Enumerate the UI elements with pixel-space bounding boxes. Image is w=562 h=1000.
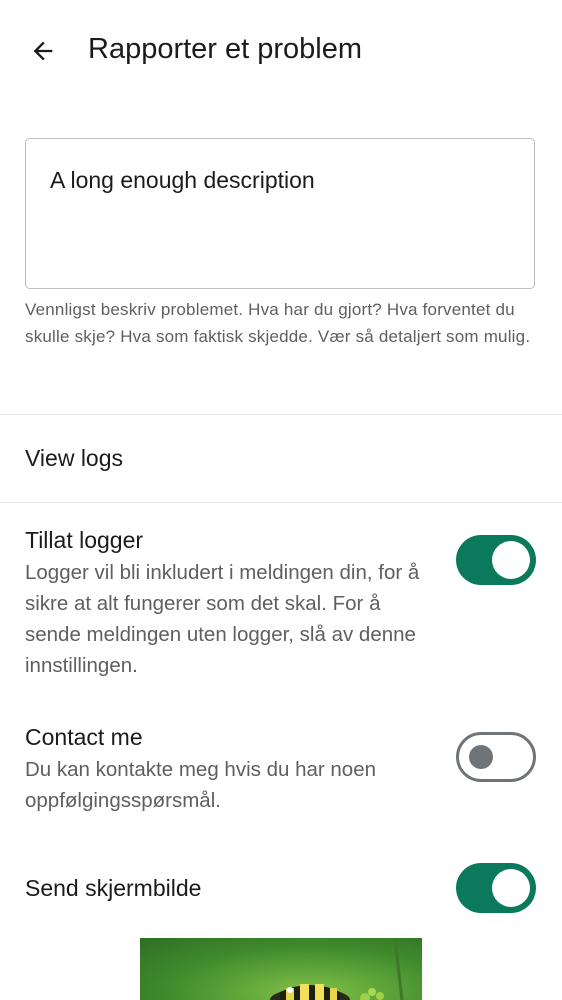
screenshot-preview[interactable] [140, 938, 422, 1000]
setting-title: Tillat logger [25, 527, 144, 553]
contact-me-switch[interactable] [456, 732, 536, 782]
description-helper-text: Vennligst beskriv problemet. Hva har du … [25, 300, 531, 346]
switch-thumb [492, 869, 530, 907]
allow-logs-switch[interactable] [456, 535, 536, 585]
setting-title: Contact me [25, 724, 143, 750]
description-input[interactable]: A long enough description [25, 138, 535, 289]
arrow-left-icon [33, 41, 53, 61]
divider [0, 414, 562, 415]
setting-title: Send skjermbilde [25, 875, 202, 901]
screenshot-preview-image [270, 938, 404, 1000]
setting-subtitle: Logger vil bli inkludert i meldingen din… [25, 561, 420, 677]
view-logs-label: View logs [25, 445, 124, 471]
view-logs-item[interactable]: View logs [0, 416, 562, 502]
send-screenshot-switch[interactable] [456, 863, 536, 913]
top-app-bar: Rapporter et problem [0, 0, 562, 100]
switch-thumb [492, 541, 530, 579]
description-value: A long enough description [50, 167, 315, 193]
setting-subtitle: Du kan kontakte meg hvis du har noen opp… [25, 758, 376, 812]
back-button[interactable] [22, 30, 64, 72]
switch-thumb [469, 745, 493, 769]
divider [0, 502, 562, 503]
page-title: Rapporter et problem [88, 33, 363, 65]
